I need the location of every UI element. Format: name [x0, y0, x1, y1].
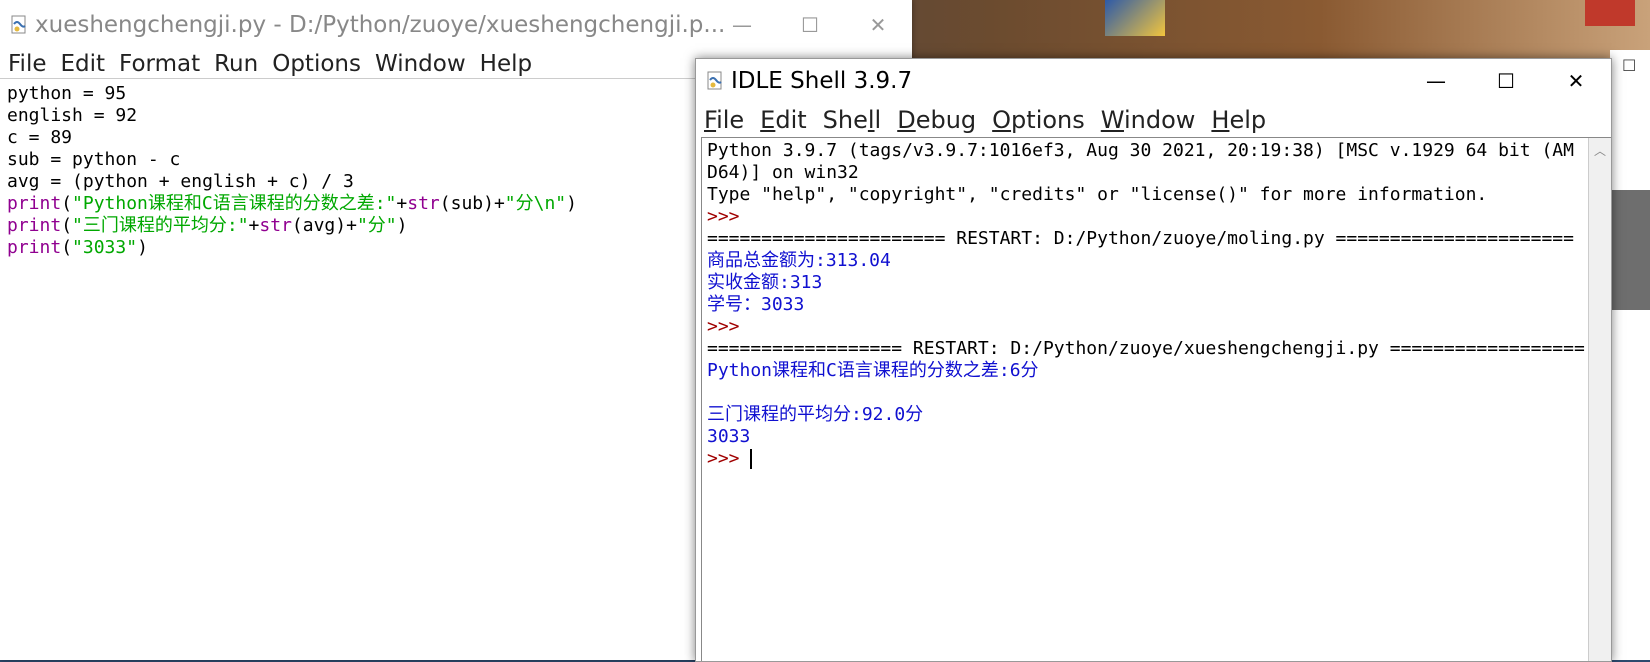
close-icon: ✕ [1567, 69, 1585, 93]
code-token: ( [61, 193, 73, 214]
shell-menu-window[interactable]: Window [1101, 106, 1196, 134]
text-cursor [750, 449, 753, 469]
editor-menu-help[interactable]: Help [480, 51, 532, 77]
shell-window: IDLE Shell 3.9.7 — ☐ ✕ File Edit Shell Debu… [695, 58, 1612, 662]
shell-text[interactable]: Python 3.9.7 (tags/v3.9.7:1016ef3, Aug 3… [702, 138, 1587, 470]
shell-line-text: 3033 [707, 426, 751, 447]
code-token: ) [137, 237, 148, 258]
code-token: "3033" [72, 237, 138, 258]
code-token: sub = python - c [7, 149, 181, 170]
minimize-icon: — [732, 13, 752, 37]
shell-line-text: 学号：3033 [707, 294, 805, 315]
editor-menu-run[interactable]: Run [214, 51, 258, 77]
code-token: "Python课程和C语言课程的分数之差:" [72, 193, 397, 214]
maximize-icon: ☐ [1497, 69, 1515, 93]
code-token: python = 95 [7, 83, 127, 104]
minimize-button[interactable]: — [708, 0, 776, 50]
code-token: ) [566, 193, 577, 214]
code-token: avg = (python + english + c) / 3 [7, 171, 354, 192]
shell-prompt-line: >>> [707, 448, 1587, 470]
maximize-button[interactable]: ☐ [776, 0, 844, 50]
shell-titlebar[interactable]: IDLE Shell 3.9.7 — ☐ ✕ [696, 59, 1611, 103]
shell-menu-shell[interactable]: Shell [823, 106, 882, 134]
code-token: str [259, 215, 292, 236]
shell-output-line [707, 382, 1587, 404]
minimize-button[interactable]: — [1401, 59, 1471, 103]
shell-output-line: ====================== RESTART: D:/Pytho… [707, 228, 1587, 250]
shell-line-text: 实收金额:313 [707, 272, 823, 293]
shell-line-text: >>> [707, 448, 751, 469]
scrollbar-thumb[interactable] [1610, 190, 1650, 310]
desktop-shortcut-icon[interactable] [1105, 0, 1165, 36]
maximize-icon: ☐ [801, 13, 819, 37]
shell-menu-options[interactable]: Options [992, 106, 1085, 134]
code-token: + [248, 215, 260, 236]
code-token: ) [396, 215, 408, 236]
minimize-icon: — [1426, 69, 1446, 93]
scroll-up-icon[interactable]: ︿ [1589, 142, 1611, 159]
shell-output-line: Python课程和C语言课程的分数之差:6分 [707, 360, 1587, 382]
shell-line-text: 商品总金额为:313.04 [707, 250, 891, 271]
shell-line-text: Type "help", "copyright", "credits" or "… [707, 184, 1488, 205]
code-token: str [407, 193, 440, 214]
shell-output-line: 实收金额:313 [707, 272, 1587, 294]
code-token: (avg)+ [291, 215, 357, 236]
shell-output-line: 商品总金额为:313.04 [707, 250, 1587, 272]
code-token: print [7, 215, 62, 236]
background-window-edge: ☐ [1610, 50, 1650, 660]
shell-line-text: 三门课程的平均分:92.0分 [707, 404, 924, 425]
maximize-icon: ☐ [1622, 56, 1637, 75]
desktop-archive-icon[interactable] [1585, 0, 1635, 26]
shell-menu-edit[interactable]: Edit [760, 106, 806, 134]
shell-output-line: ================== RESTART: D:/Python/zu… [707, 338, 1587, 360]
code-token: "分\n" [504, 193, 567, 214]
code-token: english = 92 [7, 105, 138, 126]
shell-menu-file[interactable]: File [704, 106, 744, 134]
shell-line-text: ====================== RESTART: D:/Pytho… [707, 228, 1574, 249]
shell-line-text: ================== RESTART: D:/Python/zu… [707, 338, 1585, 359]
shell-menu-debug[interactable]: Debug [897, 106, 976, 134]
shell-line-text: Python课程和C语言课程的分数之差:6分 [707, 360, 1039, 381]
code-token: ( [61, 237, 73, 258]
editor-menu-file[interactable]: File [8, 51, 47, 77]
shell-output-line: Python 3.9.7 (tags/v3.9.7:1016ef3, Aug 3… [707, 140, 1587, 162]
editor-window-title: xueshengchengji.py - D:/Python/zuoye/xue… [35, 12, 726, 38]
shell-scrollbar[interactable]: ︿ [1588, 138, 1611, 661]
shell-output-line: 三门课程的平均分:92.0分 [707, 404, 1587, 426]
shell-output-line: 3033 [707, 426, 1587, 448]
close-button[interactable]: ✕ [1541, 59, 1611, 103]
code-token: + [396, 193, 408, 214]
shell-line-text: >>> [707, 206, 751, 227]
editor-menu-window[interactable]: Window [375, 51, 466, 77]
editor-menu-edit[interactable]: Edit [61, 51, 106, 77]
idle-file-icon [11, 15, 26, 34]
shell-output-line: D64)] on win32 [707, 162, 1587, 184]
shell-menubar: File Edit Shell Debug Options Window Help [696, 103, 1611, 137]
shell-line-text [707, 382, 718, 403]
shell-output-line: Type "help", "copyright", "credits" or "… [707, 184, 1587, 206]
code-token: c = 89 [7, 127, 73, 148]
code-token: print [7, 237, 62, 258]
shell-line-text: Python 3.9.7 (tags/v3.9.7:1016ef3, Aug 3… [707, 140, 1574, 161]
shell-menu-help[interactable]: Help [1211, 106, 1266, 134]
close-icon: ✕ [869, 13, 887, 37]
editor-menu-options[interactable]: Options [272, 51, 361, 77]
code-token: "三门课程的平均分:" [72, 215, 249, 236]
shell-output-line: 学号：3033 [707, 294, 1587, 316]
close-button[interactable]: ✕ [844, 0, 912, 50]
code-token: ( [61, 215, 73, 236]
editor-titlebar[interactable]: xueshengchengji.py - D:/Python/zuoye/xue… [0, 0, 912, 50]
shell-line-text: >>> [707, 316, 751, 337]
code-token: "分" [356, 215, 397, 236]
editor-menu-format[interactable]: Format [119, 51, 200, 77]
shell-prompt-line: >>> [707, 316, 1587, 338]
code-token: print [7, 193, 62, 214]
shell-output-area[interactable]: Python 3.9.7 (tags/v3.9.7:1016ef3, Aug 3… [701, 137, 1611, 661]
maximize-button[interactable]: ☐ [1471, 59, 1541, 103]
shell-prompt-line: >>> [707, 206, 1587, 228]
shell-line-text: D64)] on win32 [707, 162, 859, 183]
shell-window-title: IDLE Shell 3.9.7 [731, 68, 913, 94]
idle-file-icon [707, 71, 722, 90]
code-token: (sub)+ [439, 193, 505, 214]
